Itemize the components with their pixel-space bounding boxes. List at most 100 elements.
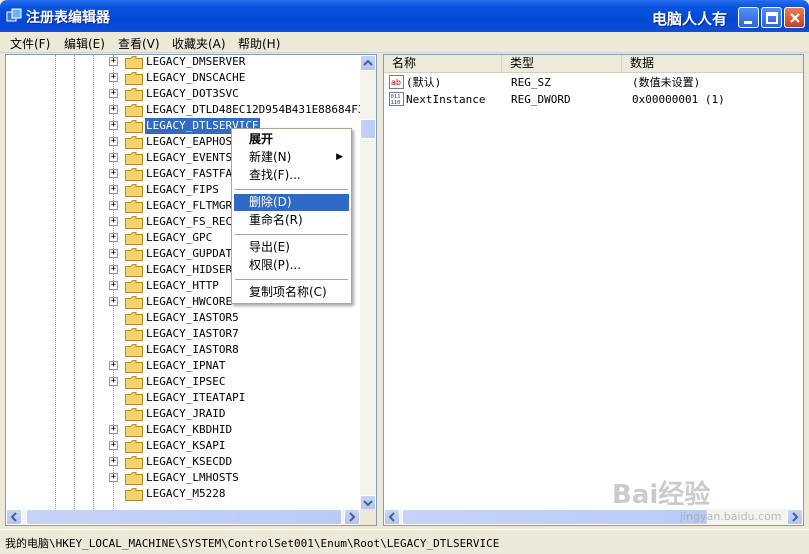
tree-item-label: LEGACY_FLTMGR bbox=[146, 199, 233, 212]
value-row[interactable]: ab (默认) REG_SZ (数值未设置) bbox=[384, 74, 803, 91]
value-type: REG_SZ bbox=[511, 76, 551, 89]
tree-item[interactable]: + LEGACY_KSAPI bbox=[6, 438, 366, 454]
folder-icon bbox=[125, 280, 143, 293]
menu-file[interactable]: 文件(F) bbox=[10, 35, 50, 52]
expand-plus-icon[interactable]: + bbox=[109, 233, 118, 242]
minimize-icon bbox=[744, 21, 752, 24]
folder-icon bbox=[125, 216, 143, 229]
tree-item[interactable]: + LEGACY_IPSEC bbox=[6, 374, 366, 390]
tree-item-label: LEGACY_KSECDD bbox=[146, 455, 233, 468]
folder-icon bbox=[125, 456, 143, 469]
tree-item-label: LEGACY_IASTOR5 bbox=[146, 311, 239, 324]
folder-icon bbox=[125, 360, 143, 373]
value-row[interactable]: 011 110 NextInstance REG_DWORD 0x0000000… bbox=[384, 91, 803, 108]
folder-icon bbox=[125, 344, 143, 357]
svg-text:110: 110 bbox=[391, 100, 401, 106]
watermark-logo: Bai经验 bbox=[612, 480, 711, 510]
folder-icon bbox=[125, 408, 143, 421]
expand-plus-icon[interactable]: + bbox=[109, 457, 118, 466]
scroll-right-button[interactable] bbox=[344, 509, 360, 525]
tree-item[interactable]: LEGACY_ITEATAPI bbox=[6, 390, 366, 406]
value-name: (默认) bbox=[406, 76, 442, 89]
close-button[interactable] bbox=[784, 7, 805, 28]
tree-item[interactable]: + LEGACY_DTLD48EC12D954B431E88684F3229 bbox=[6, 102, 376, 118]
scroll-left-button[interactable] bbox=[384, 509, 400, 525]
column-header-type[interactable]: 类型 bbox=[502, 55, 622, 73]
expand-plus-icon[interactable]: + bbox=[109, 105, 118, 114]
expand-plus-icon[interactable]: + bbox=[109, 361, 118, 370]
chevron-down-icon bbox=[363, 500, 373, 507]
tree-item[interactable]: + LEGACY_LMHOSTS bbox=[6, 470, 366, 486]
status-bar: 我的电脑\HKEY_LOCAL_MACHINE\SYSTEM\ControlSe… bbox=[0, 529, 809, 554]
folder-icon bbox=[125, 232, 143, 245]
folder-icon bbox=[125, 392, 143, 405]
tree-item[interactable]: + LEGACY_KBDHID bbox=[6, 422, 366, 438]
scroll-thumb[interactable] bbox=[402, 509, 708, 525]
tree-item[interactable]: + LEGACY_DMSERVER bbox=[6, 55, 366, 70]
svg-text:ab: ab bbox=[391, 78, 401, 87]
expand-plus-icon[interactable]: + bbox=[109, 249, 118, 258]
cm-delete[interactable]: 删除(D) bbox=[234, 194, 349, 211]
tree-item-label: LEGACY_HTTP bbox=[146, 279, 219, 292]
cm-permissions[interactable]: 权限(P)... bbox=[234, 257, 349, 274]
scroll-thumb[interactable] bbox=[26, 509, 342, 525]
expand-plus-icon[interactable]: + bbox=[109, 89, 118, 98]
column-header-name[interactable]: 名称 bbox=[384, 55, 502, 73]
expand-plus-icon[interactable]: + bbox=[109, 377, 118, 386]
tree-item[interactable]: + LEGACY_DNSCACHE bbox=[6, 70, 366, 86]
expand-plus-icon[interactable]: + bbox=[109, 265, 118, 274]
cm-new[interactable]: 新建(N) ▶ bbox=[234, 149, 349, 166]
cm-expand[interactable]: 展开 bbox=[234, 131, 349, 148]
tree-vertical-scrollbar[interactable] bbox=[360, 55, 376, 511]
maximize-button[interactable] bbox=[761, 7, 782, 28]
scroll-right-button[interactable] bbox=[787, 509, 803, 525]
tree-item[interactable]: + LEGACY_DOT3SVC bbox=[6, 86, 366, 102]
tree-item[interactable]: LEGACY_M5228 bbox=[6, 486, 366, 502]
menu-favorites[interactable]: 收藏夹(A) bbox=[172, 35, 226, 52]
folder-icon bbox=[125, 88, 143, 101]
column-header-data[interactable]: 数据 bbox=[622, 55, 803, 73]
scroll-thumb[interactable] bbox=[360, 119, 376, 139]
cm-export[interactable]: 导出(E) bbox=[234, 239, 349, 256]
scroll-left-button[interactable] bbox=[6, 509, 22, 525]
cm-rename[interactable]: 重命名(R) bbox=[234, 212, 349, 229]
value-data: (数值未设置) bbox=[632, 76, 701, 89]
expand-plus-icon[interactable]: + bbox=[109, 185, 118, 194]
minimize-button[interactable] bbox=[738, 7, 759, 28]
folder-icon bbox=[125, 56, 143, 69]
menu-help[interactable]: 帮助(H) bbox=[238, 35, 280, 52]
tree-item[interactable]: LEGACY_JRAID bbox=[6, 406, 366, 422]
expand-plus-icon[interactable]: + bbox=[109, 137, 118, 146]
title-bar[interactable]: 注册表编辑器 电脑人人有 bbox=[0, 0, 809, 32]
tree-item[interactable]: LEGACY_IASTOR8 bbox=[6, 342, 366, 358]
folder-icon bbox=[125, 120, 143, 133]
tree-item[interactable]: LEGACY_IASTOR5 bbox=[6, 310, 366, 326]
scroll-up-button[interactable] bbox=[360, 55, 376, 71]
expand-plus-icon[interactable]: + bbox=[109, 297, 118, 306]
folder-icon bbox=[125, 264, 143, 277]
cm-find[interactable]: 查找(F)... bbox=[234, 167, 349, 184]
expand-plus-icon[interactable]: + bbox=[109, 217, 118, 226]
tree-item[interactable]: LEGACY_IASTOR7 bbox=[6, 326, 366, 342]
tree-item-label: LEGACY_GUPDATE bbox=[146, 247, 239, 260]
menu-view[interactable]: 查看(V) bbox=[118, 35, 160, 52]
expand-plus-icon[interactable]: + bbox=[109, 425, 118, 434]
registry-values-pane[interactable]: 名称 类型 数据 ab (默认) REG_SZ (数值未设置) 011 110 … bbox=[383, 54, 804, 526]
menu-separator bbox=[235, 234, 348, 235]
tree-item[interactable]: + LEGACY_KSECDD bbox=[6, 454, 366, 470]
expand-plus-icon[interactable]: + bbox=[109, 441, 118, 450]
expand-plus-icon[interactable]: + bbox=[109, 153, 118, 162]
tree-horizontal-scrollbar[interactable] bbox=[6, 509, 376, 525]
expand-plus-icon[interactable]: + bbox=[109, 473, 118, 482]
tree-item-label: LEGACY_IPSEC bbox=[146, 375, 226, 388]
expand-plus-icon[interactable]: + bbox=[109, 201, 118, 210]
tree-item[interactable]: + LEGACY_IPNAT bbox=[6, 358, 366, 374]
tree-item-label: LEGACY_FIPS bbox=[146, 183, 219, 196]
expand-plus-icon[interactable]: + bbox=[109, 57, 118, 66]
menu-edit[interactable]: 编辑(E) bbox=[64, 35, 105, 52]
expand-plus-icon[interactable]: + bbox=[109, 281, 118, 290]
expand-plus-icon[interactable]: + bbox=[109, 121, 118, 130]
cm-copy-key-name[interactable]: 复制项名称(C) bbox=[234, 284, 349, 301]
expand-plus-icon[interactable]: + bbox=[109, 73, 118, 82]
expand-plus-icon[interactable]: + bbox=[109, 169, 118, 178]
